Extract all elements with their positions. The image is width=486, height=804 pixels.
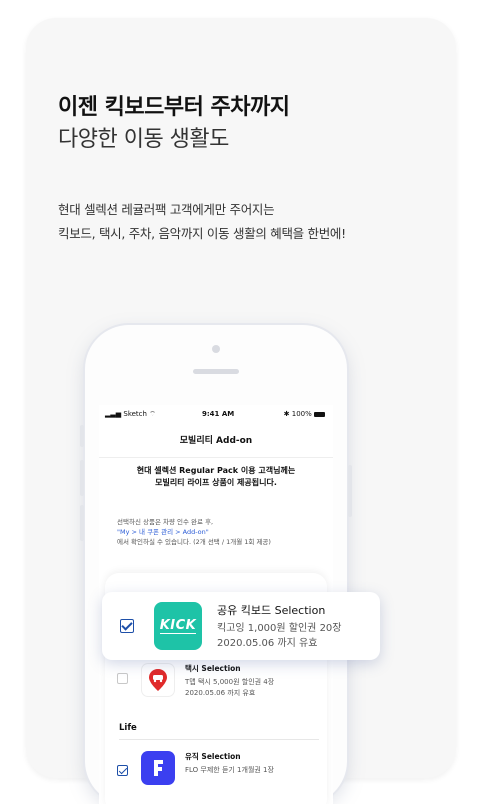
phone-speaker <box>193 369 239 374</box>
phone-mockup: ▂▃▅ Sketch ⌔ 9:41 AM ✱ 100% 모빌리티 Add-on … <box>80 325 352 804</box>
music-desc: FLO 무제한 듣기 1개월권 1장 <box>185 766 274 774</box>
phone-volume-down-button <box>80 505 84 541</box>
phone-power-button <box>348 465 352 517</box>
info-link-path[interactable]: "My > 내 쿠폰 관리 > Add-on" <box>117 527 271 537</box>
status-battery: ✱ 100% <box>284 410 325 418</box>
kickboard-desc-line1: 킥고잉 1,000원 할인권 20장 <box>217 623 342 634</box>
kickboard-title: 공유 킥보드 Selection <box>217 604 326 617</box>
info-line1: 선택하신 상품은 차량 인수 완료 후, <box>117 518 214 526</box>
phone-side-button <box>80 425 84 447</box>
location-pin-car-icon <box>141 663 175 697</box>
nav-title: 모빌리티 Add-on <box>179 436 253 446</box>
taxi-checkbox[interactable] <box>117 673 128 684</box>
headline-line2: 다양한 이동 생활도 <box>58 127 229 152</box>
section-label-life: Life <box>119 723 137 733</box>
kickboard-desc: 킥고잉 1,000원 할인권 20장 2020.05.06 까지 유효 <box>217 621 342 651</box>
status-time: 9:41 AM <box>202 410 235 418</box>
description-line2: 킥보드, 택시, 주차, 음악까지 이동 생활의 혜택을 한번에! <box>58 226 346 241</box>
carrier-label: Sketch <box>123 410 147 418</box>
battery-icon <box>314 411 325 417</box>
description-line1: 현대 셀렉션 레귤러팩 고객에게만 주어지는 <box>58 202 275 217</box>
taxi-desc: T맵 택시 5,000원 할인권 4장 2020.05.06 까지 유효 <box>185 677 274 699</box>
battery-label: 100% <box>291 410 312 418</box>
kickboard-selection-card[interactable]: KICK 공유 킥보드 Selection 킥고잉 1,000원 할인권 20장… <box>102 592 380 660</box>
kick-logo: KICK <box>154 602 202 650</box>
taxi-desc-line2: 2020.05.06 까지 유효 <box>185 689 256 697</box>
phone-camera <box>212 345 220 353</box>
taxi-desc-line1: T맵 택시 5,000원 할인권 4장 <box>185 678 275 686</box>
headline: 이젠 킥보드부터 주차까지 다양한 이동 생활도 <box>58 92 290 156</box>
kickboard-checkbox[interactable] <box>120 619 134 633</box>
notice-text: 현대 셀렉션 Regular Pack 이용 고객님께는 모빌리티 라이프 상품… <box>99 465 333 489</box>
kick-logo-text: KICK <box>159 617 197 634</box>
section-divider <box>119 739 319 740</box>
status-carrier: ▂▃▅ Sketch ⌔ <box>105 410 156 419</box>
list-item-taxi[interactable]: 택시 Selection T맵 택시 5,000원 할인권 4장 2020.05… <box>117 663 327 713</box>
info-text: 선택하신 상품은 차량 인수 완료 후, "My > 내 쿠폰 관리 > Add… <box>117 517 271 547</box>
description: 현대 셀렉션 레귤러팩 고객에게만 주어지는 킥보드, 택시, 주차, 음악까지… <box>58 198 346 246</box>
music-checkbox[interactable] <box>117 765 128 776</box>
wifi-icon: ⌔ <box>146 410 156 418</box>
info-line3: 에서 확인하실 수 있습니다. (2개 선택 / 1개월 1회 제공) <box>117 538 271 546</box>
status-bar: ▂▃▅ Sketch ⌔ 9:41 AM ✱ 100% <box>99 405 333 423</box>
list-item-music[interactable]: 유직 Selection FLO 무제한 듣기 1개월권 1장 <box>117 749 327 799</box>
signal-icon: ▂▃▅ <box>105 410 124 418</box>
nav-divider <box>99 457 333 458</box>
flo-music-icon <box>141 751 175 785</box>
taxi-title: 택시 Selection <box>185 664 241 673</box>
notice-line2: 모빌리티 라이프 상품이 제공됩니다. <box>155 478 277 487</box>
notice-line1: 현대 셀렉션 Regular Pack 이용 고객님께는 <box>136 466 296 475</box>
headline-line1: 이젠 킥보드부터 주차까지 <box>58 95 290 120</box>
bluetooth-icon: ✱ <box>283 410 292 418</box>
phone-volume-up-button <box>80 460 84 496</box>
music-title: 유직 Selection <box>185 752 241 761</box>
kickboard-desc-line2: 2020.05.06 까지 유효 <box>217 638 318 649</box>
